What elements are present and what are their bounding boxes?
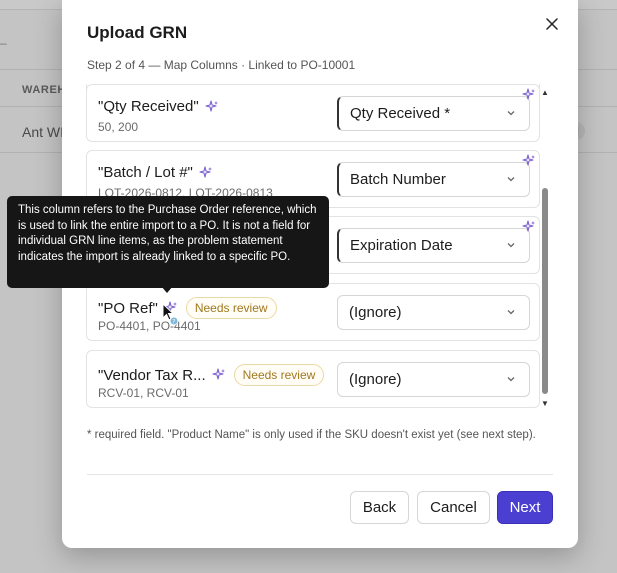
target-field-select[interactable]: Qty Received * [337,96,530,131]
ai-sparkle-icon [522,154,535,166]
chevron-down-icon [507,377,515,382]
next-button[interactable]: Next [497,491,553,524]
mapping-row: "Qty Received" 50, 200 Qty Received * [86,84,540,142]
source-column-label: "Vendor Tax R... [98,366,206,384]
chevron-down-icon [507,111,515,116]
tooltip-arrow [161,286,173,293]
chevron-down-icon [507,310,515,315]
selected-value: Batch Number [350,171,446,188]
source-column-label: "Qty Received" [98,98,199,115]
svg-text:?: ? [172,319,175,326]
source-column-name: "PO Ref" Needs review [98,297,277,319]
ai-sparkle-icon [522,88,535,100]
mapping-list-scrollbar[interactable]: ▲ ▼ [540,88,550,408]
ai-sparkle-icon[interactable] [212,368,226,382]
target-field-select[interactable]: (Ignore) [337,295,530,330]
selected-value: (Ignore) [349,304,402,321]
mapping-row: "Vendor Tax R... Needs review RCV-01, RC… [86,350,540,408]
ai-sparkle-icon[interactable] [199,165,213,180]
modal-subtitle: Step 2 of 4 — Map Columns · Linked to PO… [87,58,356,72]
needs-review-badge: Needs review [233,364,325,386]
sample-values: PO-4401, PO-4401 [98,319,201,333]
selected-value: Expiration Date [350,237,453,254]
background-row-text: Ant WI [22,124,65,140]
footer-divider [87,474,553,475]
modal-title: Upload GRN [87,23,188,42]
required-field-footnote: * required field. "Product Name" is only… [87,429,536,441]
needs-review-badge: Needs review [185,297,277,319]
source-column-name: "Vendor Tax R... Needs review [98,364,325,386]
background-chevron-icon: – [0,36,7,50]
sample-values: RCV-01, RCV-01 [98,386,189,400]
source-column-name: "Batch / Lot #" [98,164,213,181]
source-column-label: "Batch / Lot #" [98,164,193,181]
source-column-name: "Qty Received" [98,98,219,115]
cancel-button[interactable]: Cancel [417,491,490,524]
background-column-header: WAREH [22,84,66,96]
close-button[interactable] [542,14,562,34]
back-button[interactable]: Back [350,491,409,524]
target-field-select[interactable]: (Ignore) [337,362,530,397]
mapping-row: "PO Ref" Needs review PO-4401, PO-4401 (… [86,283,540,341]
selected-value: Qty Received * [350,105,451,122]
mouse-pointer-icon: ? [162,303,179,326]
scroll-up-arrow-icon[interactable]: ▲ [541,88,549,97]
source-column-label: "PO Ref" [98,299,158,317]
target-field-select[interactable]: Batch Number [337,162,530,197]
ai-explanation-tooltip: This column refers to the Purchase Order… [7,196,329,288]
ai-sparkle-icon[interactable] [205,99,219,114]
ai-sparkle-icon [522,220,535,232]
target-field-select[interactable]: Expiration Date [337,228,530,263]
close-icon [546,18,558,30]
sample-values: 50, 200 [98,120,139,134]
scroll-down-arrow-icon[interactable]: ▼ [541,399,549,408]
chevron-down-icon [507,243,515,248]
chevron-down-icon [507,177,515,182]
selected-value: (Ignore) [349,371,402,388]
scrollbar-thumb[interactable] [542,188,548,394]
